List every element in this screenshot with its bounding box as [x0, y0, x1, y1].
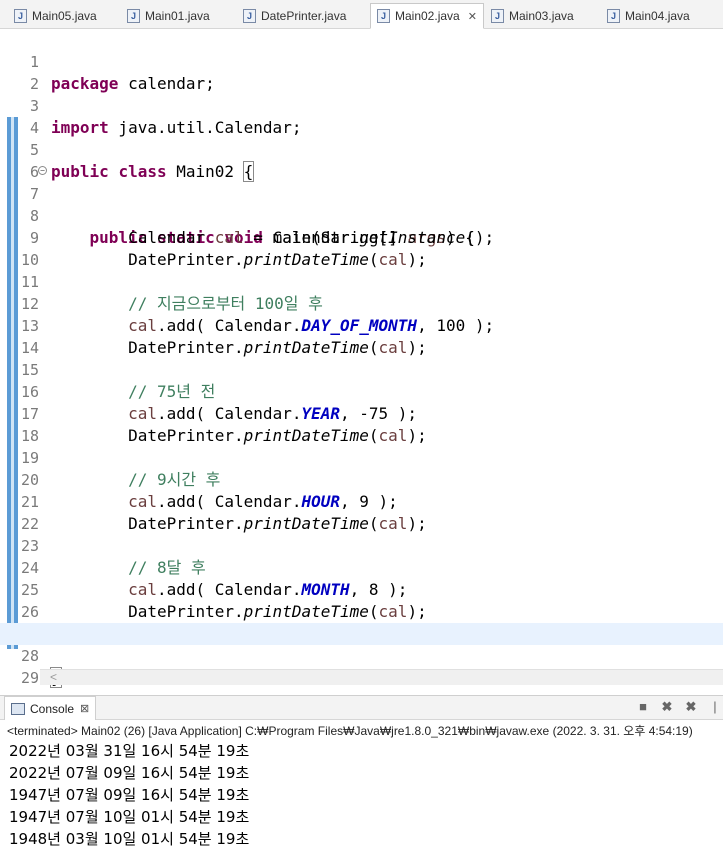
tab-main05[interactable]: J Main05.java [8, 3, 116, 28]
code-line-24[interactable]: 24 cal.add( Calendar.MONTH, 8 ); [0, 535, 723, 599]
tab-main04[interactable]: J Main04.java [601, 3, 716, 28]
code-line-29[interactable]: 29 [0, 645, 723, 687]
editor-tab-bar: J Main05.java J Main01.java J DatePrinte… [0, 0, 723, 29]
code-line-21[interactable]: 21 DatePrinter.printDateTime(cal); [0, 469, 723, 533]
close-icon[interactable]: ⊠ [80, 702, 89, 715]
code-line-22[interactable]: 22 [0, 491, 723, 533]
code-line-10[interactable]: 10 [0, 227, 723, 269]
tab-label: Main02.java [395, 9, 460, 23]
code-line-9[interactable]: 9 DatePrinter.printDateTime(cal); [0, 205, 723, 269]
code-line-15[interactable]: 15 // 75년 전 [0, 337, 723, 401]
code-line-3[interactable]: 3 import java.util.Calendar; [0, 73, 723, 137]
tab-label: DatePrinter.java [261, 8, 347, 23]
console-output-line: 2022년 03월 31일 16시 54분 19초 [9, 742, 250, 760]
code-line-28[interactable]: 28 } [0, 623, 723, 688]
code-line-17[interactable]: 17 DatePrinter.printDateTime(cal); [0, 381, 723, 445]
java-file-icon: J [127, 8, 140, 23]
code-line-13[interactable]: 13 DatePrinter.printDateTime(cal); [0, 293, 723, 357]
console-output-line: 1947년 07월 09일 16시 54분 19초 [9, 786, 250, 804]
java-file-icon: J [607, 8, 620, 23]
code-editor[interactable]: 1 package calendar; 2 3 import java.util… [0, 29, 723, 689]
horizontal-scrollbar[interactable]: < [40, 669, 723, 685]
tab-console[interactable]: Console ⊠ [4, 696, 97, 720]
close-icon[interactable]: ✕ [468, 10, 477, 23]
console-icon [11, 702, 25, 715]
console-output-line: 1947년 07월 10일 01시 54분 19초 [9, 808, 250, 826]
tab-label: Main01.java [145, 8, 210, 23]
code-line-12[interactable]: 12 cal.add( Calendar.DAY_OF_MONTH, 100 )… [0, 271, 723, 335]
line-number: 29 [20, 669, 39, 687]
code-line-7[interactable]: 7 − public static void main(String[] arg… [0, 161, 723, 247]
code-line-27[interactable]: 27 [0, 601, 723, 643]
code-line-4[interactable]: 4 [0, 95, 723, 137]
separator-icon: | [713, 699, 717, 714]
code-line-5[interactable]: 5 public class Main02 { [0, 117, 723, 182]
tab-main03[interactable]: J Main03.java [485, 3, 600, 28]
code-line-1[interactable]: 1 package calendar; [0, 29, 723, 93]
code-line-8[interactable]: 8 Calendar cal = Calendar.getInstance(); [0, 183, 723, 247]
remove-launch-icon[interactable]: ✖ [659, 699, 675, 715]
console-output-line: 1948년 03월 10일 01시 54분 19초 [9, 830, 250, 848]
scroll-left-icon[interactable]: < [50, 670, 57, 684]
tab-main02[interactable]: J Main02.java ✕ [370, 3, 484, 29]
code-line-18[interactable]: 18 [0, 403, 723, 445]
java-file-icon: J [14, 8, 27, 23]
code-line-19[interactable]: 19 // 9시간 후 [0, 425, 723, 489]
code-line-6[interactable]: 6 [0, 139, 723, 181]
code-line-11[interactable]: 11 // 지금으로부터 100일 후 [0, 249, 723, 313]
java-file-icon: J [491, 8, 504, 23]
console-header: Console ⊠ ■ ✖ ✖ | [0, 695, 723, 720]
code-line-25[interactable]: 25 DatePrinter.printDateTime(cal); [0, 557, 723, 621]
java-file-icon: J [377, 9, 390, 23]
tab-label: Main04.java [625, 8, 690, 23]
tab-main01[interactable]: J Main01.java [121, 3, 236, 28]
fold-collapse-icon[interactable]: − [38, 166, 47, 175]
tab-label: Main03.java [509, 8, 574, 23]
code-line-2[interactable]: 2 [0, 51, 723, 93]
remove-all-icon[interactable]: ✖ [683, 699, 699, 715]
code-line-20[interactable]: 20 cal.add( Calendar.HOUR, 9 ); [0, 447, 723, 511]
tab-label: Main05.java [32, 8, 97, 23]
console-tab-label: Console [30, 701, 75, 716]
terminate-icon[interactable]: ■ [635, 699, 651, 715]
console-toolbar: ■ ✖ ✖ | [635, 699, 723, 715]
code-line-14[interactable]: 14 [0, 315, 723, 357]
java-file-icon: J [243, 8, 256, 23]
code-line-26[interactable]: 26 } [0, 579, 723, 643]
code-line-16[interactable]: 16 cal.add( Calendar.YEAR, -75 ); [0, 359, 723, 423]
console-status: <terminated> Main02 (26) [Java Applicati… [7, 724, 693, 738]
code-line-23[interactable]: 23 // 8달 후 [0, 513, 723, 577]
tab-dateprinter[interactable]: J DatePrinter.java [237, 3, 367, 28]
console-output-line: 2022년 07월 09일 16시 54분 19초 [9, 764, 250, 782]
